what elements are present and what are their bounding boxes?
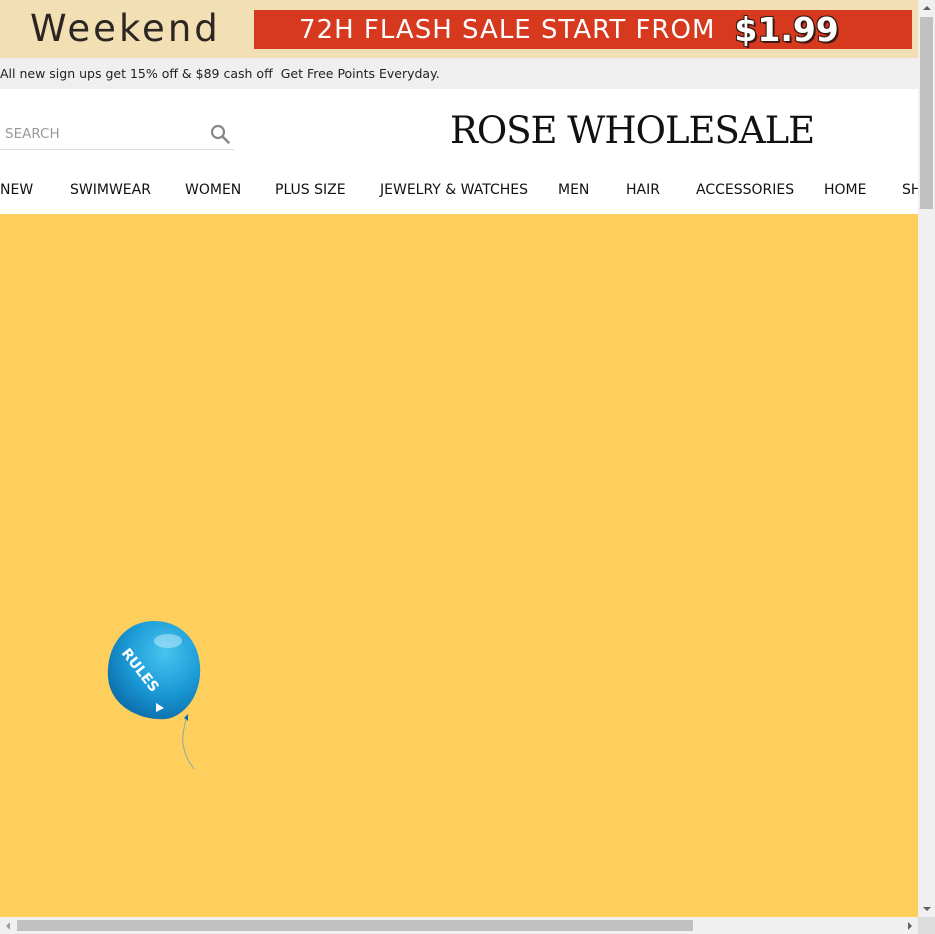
chevron-down-icon bbox=[923, 907, 931, 911]
nav-item-swimwear[interactable]: SWIMWEAR bbox=[70, 182, 151, 198]
flash-sale-text: 72H FLASH SALE START FROM bbox=[299, 14, 716, 45]
brand-logo[interactable]: ROSE WHOLESALE bbox=[450, 109, 815, 152]
flash-sale-banner[interactable]: 72H FLASH SALE START FROM $1.99 bbox=[254, 10, 912, 49]
promo-weekend-label: Weekend bbox=[30, 7, 221, 50]
scroll-down-button[interactable] bbox=[918, 900, 935, 917]
notice-text: All new sign ups get 15% off & $89 cash … bbox=[0, 66, 440, 81]
horizontal-scroll-thumb[interactable] bbox=[17, 920, 693, 931]
nav-item-jewelry-watches[interactable]: JEWELRY & WATCHES bbox=[380, 182, 528, 198]
scroll-left-button[interactable] bbox=[0, 917, 17, 934]
chevron-up-icon bbox=[923, 6, 931, 10]
search-box bbox=[0, 119, 234, 150]
signup-offer-text: All new sign ups get 15% off & $89 cash … bbox=[0, 66, 273, 81]
site-header: ROSE WHOLESALE NEW SWIMWEAR WOMEN PLUS S… bbox=[0, 89, 918, 214]
free-points-link[interactable]: Get Free Points Everyday. bbox=[281, 66, 440, 81]
nav-item-women[interactable]: WOMEN bbox=[185, 182, 241, 198]
scroll-up-button[interactable] bbox=[918, 0, 935, 17]
vertical-scroll-thumb[interactable] bbox=[920, 17, 933, 209]
nav-item-shoes[interactable]: SH bbox=[902, 182, 918, 198]
horizontal-scrollbar[interactable] bbox=[0, 917, 918, 934]
rules-balloon[interactable]: RULES bbox=[106, 619, 206, 771]
notice-bar: All new sign ups get 15% off & $89 cash … bbox=[0, 58, 918, 89]
chevron-left-icon bbox=[6, 922, 10, 930]
search-input[interactable] bbox=[0, 119, 202, 149]
nav-item-men[interactable]: MEN bbox=[558, 182, 589, 198]
nav-item-hair[interactable]: HAIR bbox=[626, 182, 660, 198]
vertical-scrollbar[interactable] bbox=[918, 0, 935, 917]
scrollbar-corner bbox=[918, 917, 935, 934]
promo-banner[interactable]: Weekend 72H FLASH SALE START FROM $1.99 bbox=[0, 0, 918, 58]
search-icon[interactable] bbox=[209, 123, 231, 145]
nav-item-plus-size[interactable]: PLUS SIZE bbox=[275, 182, 346, 198]
nav-item-home[interactable]: HOME bbox=[824, 182, 866, 198]
nav-item-new[interactable]: NEW bbox=[0, 182, 33, 198]
hero-section: RULES bbox=[0, 214, 918, 917]
chevron-right-icon bbox=[908, 922, 912, 930]
flash-sale-price: $1.99 bbox=[734, 10, 839, 49]
nav-item-accessories[interactable]: ACCESSORIES bbox=[696, 182, 794, 198]
scroll-right-button[interactable] bbox=[901, 917, 918, 934]
page: Weekend 72H FLASH SALE START FROM $1.99 … bbox=[0, 0, 918, 917]
